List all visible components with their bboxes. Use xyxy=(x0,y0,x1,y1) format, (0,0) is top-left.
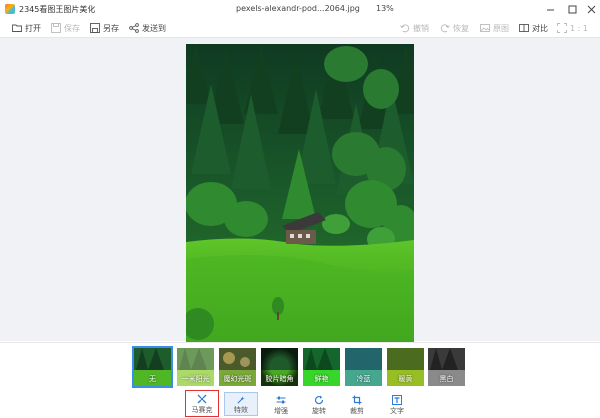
filter-label: 黑白 xyxy=(439,375,454,383)
save-icon xyxy=(51,23,61,33)
filter-thumb-warm-yellow[interactable]: 暖黄 xyxy=(387,348,424,386)
open-label: 打开 xyxy=(25,23,41,33)
undo-button[interactable]: 撤销 xyxy=(400,22,429,34)
compare-label: 对比 xyxy=(532,23,548,33)
mosaic-label: 马赛克 xyxy=(191,406,213,414)
app-logo-icon xyxy=(5,4,15,14)
save-label: 保存 xyxy=(64,23,80,33)
save-button[interactable]: 保存 xyxy=(51,22,80,34)
text-button[interactable]: 文字 xyxy=(380,392,414,416)
save-as-label: 另存 xyxy=(103,23,119,33)
filter-thumb-cool-blue[interactable]: 冷蓝 xyxy=(345,348,382,386)
effects-button[interactable]: 特效 xyxy=(224,392,258,416)
crop-icon xyxy=(352,395,362,405)
filter-label: 鲜艳 xyxy=(314,375,329,383)
share-icon xyxy=(129,23,139,33)
toolbar: 打开 保存 另存 发送到 撤销 恢复 原图 对比 1 : 1 xyxy=(0,18,600,38)
image-icon xyxy=(480,24,490,32)
rotate-icon xyxy=(314,395,324,405)
filter-thumb-black-white[interactable]: 黑白 xyxy=(428,348,465,386)
magic-wand-icon xyxy=(237,396,245,404)
send-to-label: 发送到 xyxy=(142,23,166,33)
filter-thumb-vivid[interactable]: 鲜艳 xyxy=(303,348,340,386)
folder-icon xyxy=(12,24,22,32)
save-as-button[interactable]: 另存 xyxy=(90,22,119,34)
original-button[interactable]: 原图 xyxy=(480,22,509,34)
text-label: 文字 xyxy=(390,407,404,415)
rotate-button[interactable]: 旋转 xyxy=(302,392,336,416)
sliders-icon xyxy=(276,396,286,404)
filter-thumb-sunshine[interactable]: 一米阳光 xyxy=(177,348,214,386)
ratio-label: 1 : 1 xyxy=(570,23,588,33)
crop-button[interactable]: 裁剪 xyxy=(340,392,374,416)
rotate-label: 旋转 xyxy=(312,407,326,415)
app-title: 2345看图王图片美化 xyxy=(19,5,96,14)
close-button[interactable] xyxy=(580,0,600,18)
filter-label: 胶片暗角 xyxy=(265,375,294,383)
landscape-photo xyxy=(186,44,414,342)
filter-thumb-vignette[interactable]: 胶片暗角 xyxy=(261,348,298,386)
title-bar: 2345看图王图片美化 pexels-alexandr-pod...2064.j… xyxy=(0,0,600,18)
image-canvas xyxy=(0,38,600,342)
undo-icon xyxy=(400,24,410,33)
minimize-button[interactable] xyxy=(539,0,561,18)
fit-icon xyxy=(557,23,567,33)
actual-size-button[interactable]: 1 : 1 xyxy=(557,22,588,34)
redo-icon xyxy=(440,24,450,33)
close-icon xyxy=(587,5,595,13)
mosaic-icon xyxy=(197,394,207,404)
zoom-level: 13% xyxy=(376,4,394,13)
filter-strip: 无 一米阳光 魔幻光斑 胶片暗角 鲜艳 冷蓝 暖黄 黑白 xyxy=(0,342,600,390)
edited-photo[interactable] xyxy=(186,44,414,342)
undo-label: 撤销 xyxy=(413,23,429,33)
file-name: pexels-alexandr-pod...2064.jpg xyxy=(236,4,360,13)
open-button[interactable]: 打开 xyxy=(12,22,41,34)
effects-label: 特效 xyxy=(234,406,248,414)
maximize-icon xyxy=(568,5,576,13)
filter-thumb-none[interactable]: 无 xyxy=(132,346,173,388)
compare-button[interactable]: 对比 xyxy=(519,22,548,34)
compare-icon xyxy=(519,24,529,32)
filter-thumb-bokeh[interactable]: 魔幻光斑 xyxy=(219,348,256,386)
tool-bar: 马赛克 特效 增强 旋转 裁剪 文字 xyxy=(0,390,600,418)
text-icon xyxy=(392,395,402,405)
enhance-button[interactable]: 增强 xyxy=(264,392,298,416)
filter-label: 冷蓝 xyxy=(356,375,371,383)
filter-label: 一米阳光 xyxy=(181,375,210,383)
redo-label: 恢复 xyxy=(453,23,469,33)
filter-label: 暖黄 xyxy=(398,375,413,383)
enhance-label: 增强 xyxy=(274,407,288,415)
crop-label: 裁剪 xyxy=(350,407,364,415)
redo-button[interactable]: 恢复 xyxy=(440,22,469,34)
minimize-icon xyxy=(546,9,554,10)
filter-label: 魔幻光斑 xyxy=(223,375,252,383)
mosaic-button[interactable]: 马赛克 xyxy=(185,390,219,417)
filter-label: 无 xyxy=(149,375,156,383)
save-as-icon xyxy=(90,23,100,33)
send-to-button[interactable]: 发送到 xyxy=(129,22,166,34)
original-label: 原图 xyxy=(493,23,509,33)
